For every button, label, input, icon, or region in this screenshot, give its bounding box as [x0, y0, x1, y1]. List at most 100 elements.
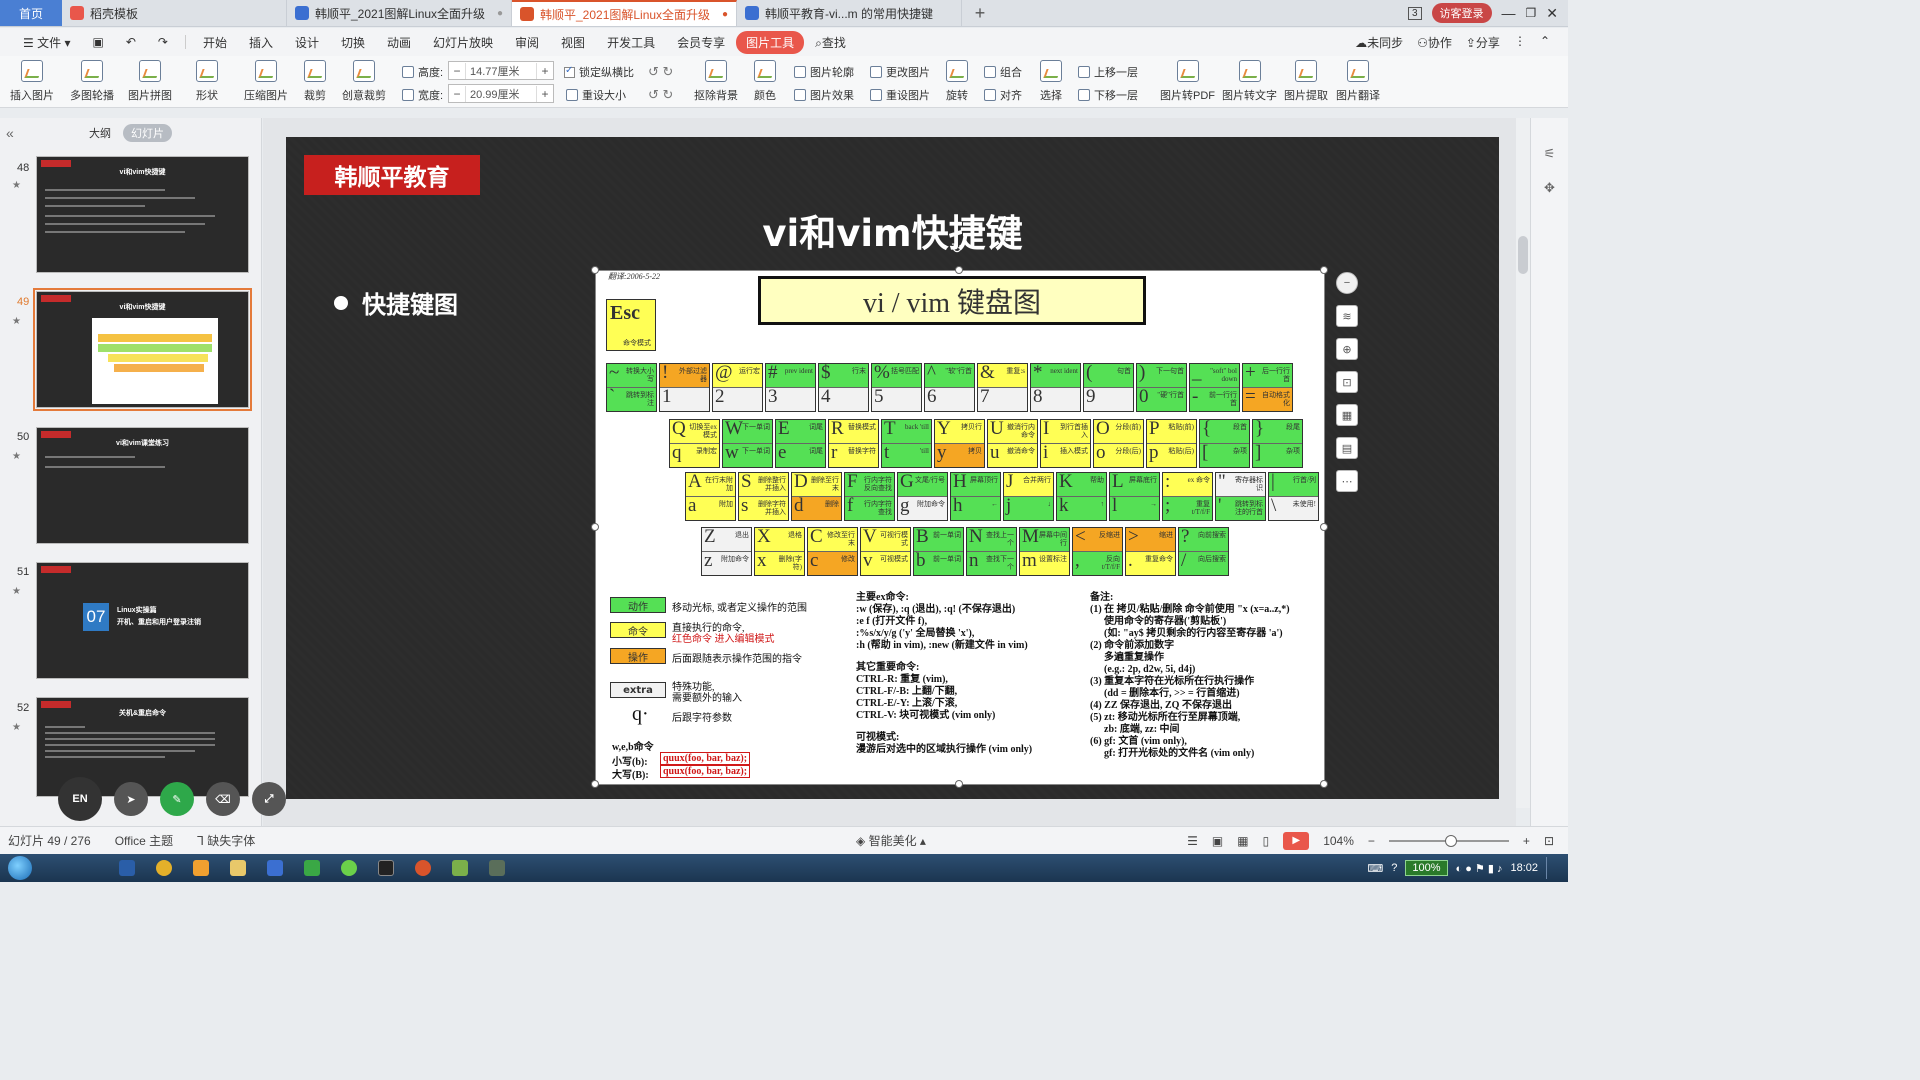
menu-insert[interactable]: 插入: [238, 34, 284, 51]
resize-handle[interactable]: [591, 266, 599, 274]
resize-handle[interactable]: [1320, 780, 1328, 788]
taskbar-app[interactable]: [406, 856, 440, 880]
picture-outline-button[interactable]: 图片轮廓: [794, 64, 854, 80]
taskbar-app[interactable]: [258, 856, 292, 880]
smart-beautify-button[interactable]: ◈ 智能美化 ▴: [856, 832, 926, 849]
color-button[interactable]: 颜色: [754, 60, 776, 103]
battery-percent[interactable]: 100%: [1405, 860, 1448, 876]
taskbar-app[interactable]: [295, 856, 329, 880]
tab-outline[interactable]: 大纲: [89, 125, 111, 141]
resize-handle[interactable]: [591, 780, 599, 788]
insert-picture-button[interactable]: 插入图片: [10, 60, 54, 103]
menu-picture-tools[interactable]: 图片工具: [736, 30, 805, 54]
rotate-button[interactable]: 旋转: [946, 60, 968, 103]
sorter-view-icon[interactable]: ▦: [1237, 834, 1248, 848]
pin-icon[interactable]: ✥: [1542, 180, 1558, 196]
menu-devtools[interactable]: 开发工具: [596, 34, 666, 51]
zoom-level[interactable]: 104%: [1323, 834, 1354, 848]
fit-window-icon[interactable]: ⊡: [1544, 834, 1554, 848]
fullscreen-icon[interactable]: ⤢: [252, 782, 286, 816]
layers-icon[interactable]: ≋: [1336, 305, 1358, 327]
collage-button[interactable]: 图片拼图: [128, 60, 172, 103]
collapse-panel-icon[interactable]: «: [6, 125, 14, 141]
hamburger-menu[interactable]: ☰ 文件 ▾: [12, 34, 81, 51]
reading-view-icon[interactable]: ▯: [1263, 834, 1270, 848]
start-button[interactable]: [0, 854, 40, 882]
slide-thumbnail-51[interactable]: 07 Linux实操篇 开机、重启和用户登录注销: [36, 562, 249, 679]
taskbar-app[interactable]: [443, 856, 477, 880]
slide-title[interactable]: vi和vim快捷键: [286, 203, 1499, 257]
translate-button[interactable]: 图片翻译: [1336, 60, 1380, 103]
menu-view[interactable]: 视图: [550, 34, 596, 51]
multi-picture-button[interactable]: 多图轮播: [70, 60, 114, 103]
plus-icon[interactable]: +: [537, 64, 553, 78]
notes-toggle-icon[interactable]: ☰: [1187, 834, 1198, 848]
keyboard-tray-icon[interactable]: ⌨: [1367, 862, 1383, 875]
sync-status[interactable]: ☁未同步: [1355, 34, 1403, 51]
zoom-out-icon[interactable]: −: [1368, 834, 1375, 848]
tab-doc-2[interactable]: 韩顺平_2021图解Linux全面升级 ●: [512, 0, 737, 26]
to-pdf-button[interactable]: 图片转PDF: [1160, 60, 1215, 103]
collapse-icon[interactable]: −: [1336, 272, 1358, 294]
login-button[interactable]: 访客登录: [1431, 3, 1492, 23]
minus-icon[interactable]: −: [449, 64, 465, 78]
resize-handle[interactable]: [1320, 266, 1328, 274]
clock[interactable]: 18:02: [1510, 862, 1538, 874]
slide-thumbnail-48[interactable]: vi和vim快捷键: [36, 156, 249, 273]
picture-effect-button[interactable]: 图片效果: [794, 87, 854, 103]
crop-icon[interactable]: ⊡: [1336, 371, 1358, 393]
window-count-badge[interactable]: 3: [1407, 6, 1422, 20]
taskbar-app[interactable]: [369, 856, 403, 880]
play-slideshow-button[interactable]: ▶: [1283, 831, 1310, 850]
close-icon[interactable]: ●: [497, 8, 503, 19]
taskbar-app[interactable]: [221, 856, 255, 880]
resize-handle[interactable]: [955, 266, 963, 274]
show-desktop[interactable]: [1546, 857, 1554, 879]
zoom-in-icon[interactable]: +: [1523, 834, 1530, 848]
new-tab-button[interactable]: +: [962, 0, 998, 26]
menu-home[interactable]: 开始: [192, 34, 238, 51]
rotate-left-icon[interactable]: ↺ ↻: [648, 64, 673, 80]
rotate-handle-icon[interactable]: ↻: [951, 240, 963, 257]
redo-icon[interactable]: ↷: [147, 35, 179, 49]
scroll-thumb[interactable]: [1518, 236, 1528, 274]
more-icon[interactable]: ⋯: [1336, 470, 1358, 492]
taskbar-app[interactable]: [184, 856, 218, 880]
menu-transition[interactable]: 切换: [330, 34, 376, 51]
minus-icon[interactable]: −: [449, 87, 465, 101]
theme-name[interactable]: Office 主题: [115, 832, 173, 849]
menu-review[interactable]: 审阅: [504, 34, 550, 51]
settings-sliders-icon[interactable]: ⚟: [1542, 146, 1558, 162]
input-language-button[interactable]: EN: [58, 777, 102, 821]
collab-button[interactable]: ⚇协作: [1417, 34, 1452, 51]
eraser-icon[interactable]: ⌫: [206, 782, 240, 816]
tab-doc-1[interactable]: 韩顺平_2021图解Linux全面升级 ●: [287, 0, 512, 26]
reset-size-button[interactable]: 重设大小: [566, 87, 626, 103]
undo-icon[interactable]: ↶: [115, 35, 147, 49]
menu-animation[interactable]: 动画: [376, 34, 422, 51]
zoom-icon[interactable]: ⊕: [1336, 338, 1358, 360]
crop-button[interactable]: 裁剪: [304, 60, 326, 103]
vi-keyboard-image[interactable]: 翻译:2006-5-22 vi / vim 键盘图 Esc 命令模式 ~ 转换大小写…: [595, 270, 1325, 785]
share-button[interactable]: ⇪分享: [1466, 34, 1500, 51]
shape-button[interactable]: 形状: [196, 60, 218, 103]
slide-thumbnail-49[interactable]: vi和vim快捷键: [33, 288, 252, 411]
save-icon[interactable]: ▣: [81, 35, 114, 49]
change-picture-button[interactable]: 更改图片: [870, 64, 930, 80]
missing-font-button[interactable]: Ꞁ 缺失字体: [197, 832, 255, 849]
resize-handle[interactable]: [591, 523, 599, 531]
menu-member[interactable]: 会员专享: [666, 34, 736, 51]
vertical-scrollbar[interactable]: [1516, 118, 1530, 808]
menu-slideshow[interactable]: 幻灯片放映: [422, 34, 504, 51]
resize-handle[interactable]: [1320, 523, 1328, 531]
close-window-icon[interactable]: ✕: [1546, 5, 1558, 22]
tab-doc-3[interactable]: 韩顺平教育-vi...m 的常用快捷键: [737, 0, 962, 26]
height-stepper[interactable]: −14.77厘米 +: [448, 61, 554, 80]
width-stepper[interactable]: −20.99厘米 +: [448, 84, 554, 103]
height-value[interactable]: 14.77厘米: [465, 62, 537, 79]
send-backward-button[interactable]: 下移一层: [1078, 87, 1138, 103]
pointer-icon[interactable]: ➤: [114, 782, 148, 816]
taskbar-app[interactable]: [480, 856, 514, 880]
normal-view-icon[interactable]: ▣: [1212, 834, 1223, 848]
select-button[interactable]: 选择: [1040, 60, 1062, 103]
